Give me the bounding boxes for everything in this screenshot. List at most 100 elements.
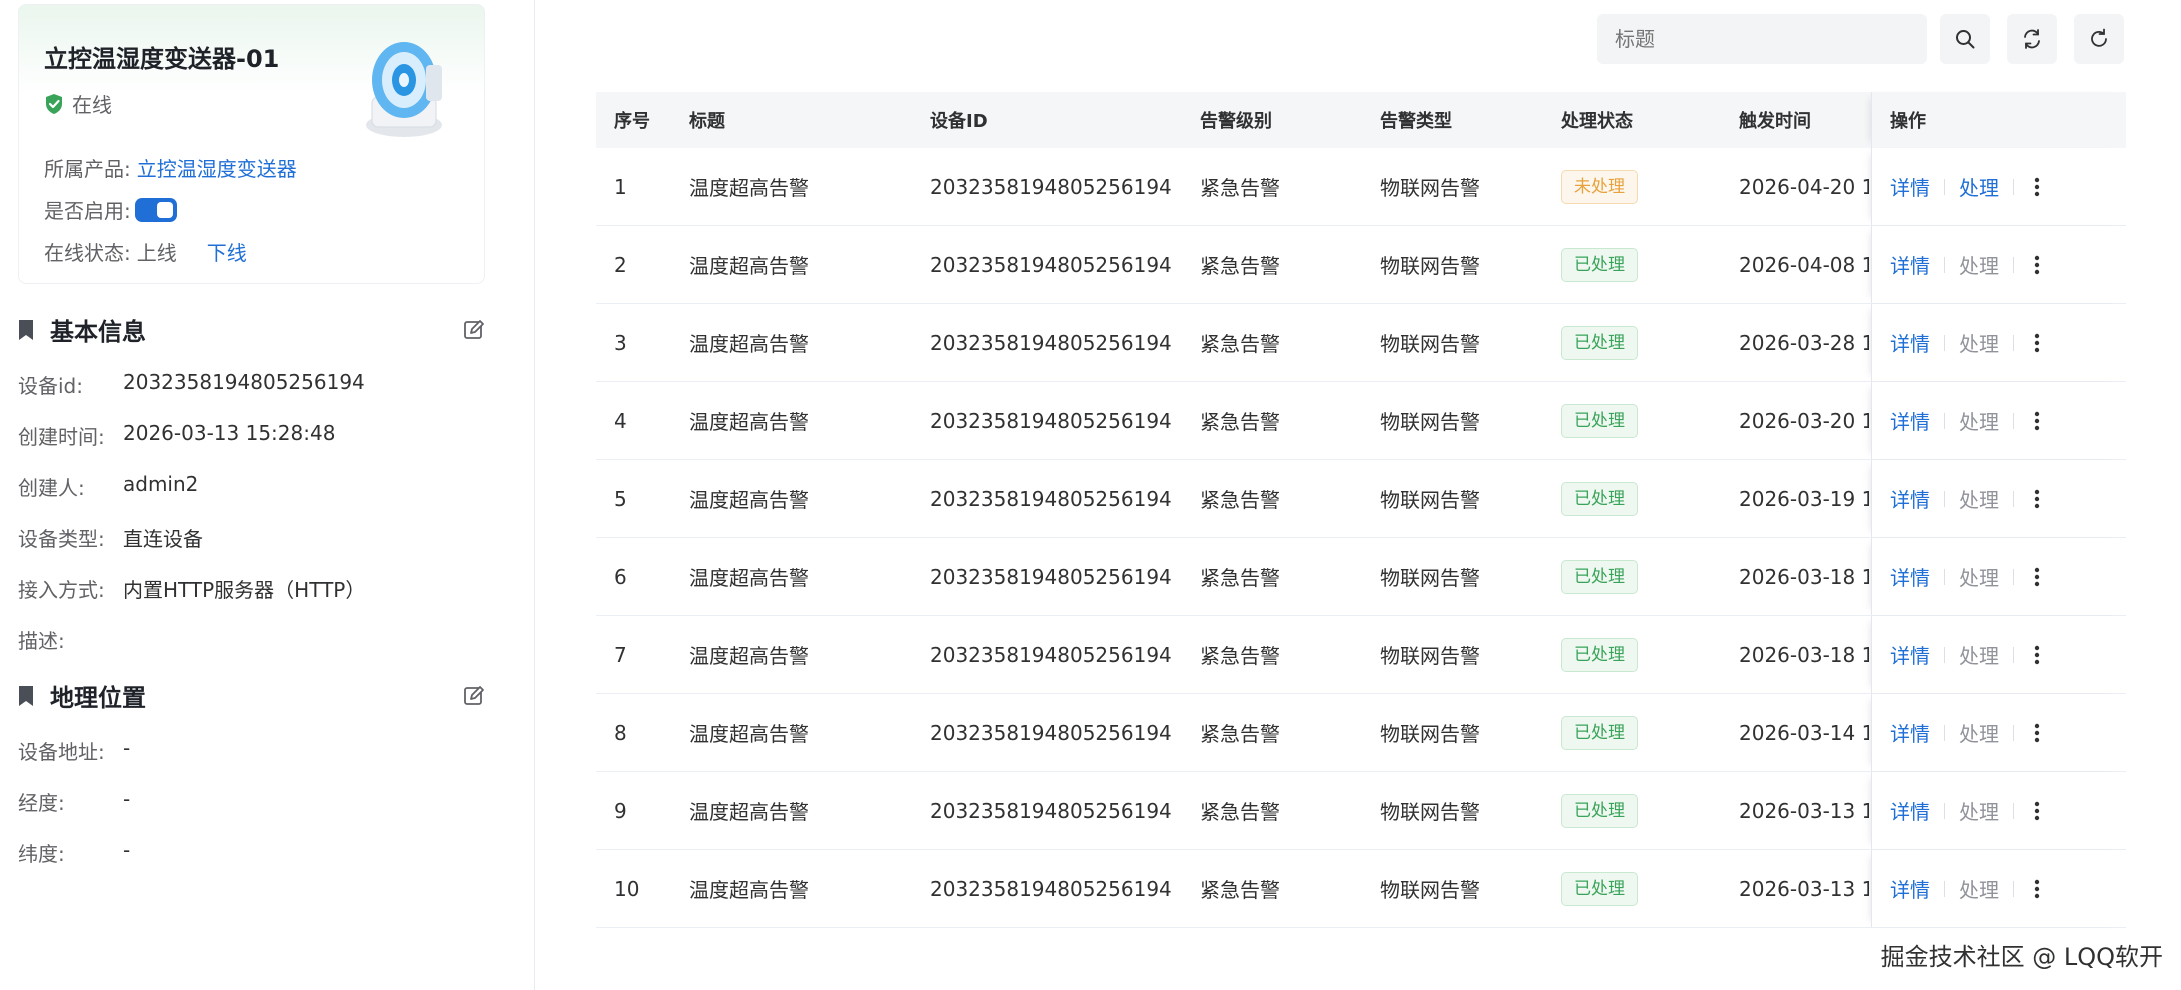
detail-link[interactable]: 详情: [1890, 250, 1930, 279]
cell-time: 2026-03-13 17: [1739, 876, 1869, 901]
cell-level: 紧急告警: [1200, 254, 1280, 278]
cell-title: 温度超高告警: [689, 878, 809, 902]
detail-link[interactable]: 详情: [1890, 562, 1930, 591]
edit-icon[interactable]: [463, 685, 485, 707]
detail-link[interactable]: 详情: [1890, 718, 1930, 747]
edit-icon[interactable]: [463, 319, 485, 341]
cell-idx: 4: [614, 408, 627, 433]
cell-idx: 10: [614, 876, 640, 901]
detail-link[interactable]: 详情: [1890, 796, 1930, 825]
search-button[interactable]: [1940, 14, 1990, 64]
detail-link[interactable]: 详情: [1890, 640, 1930, 669]
cell-level: 紧急告警: [1200, 644, 1280, 668]
col-ops-cell: 操作: [1871, 92, 2126, 148]
cell-ops: 详情 处理: [1871, 148, 2126, 225]
info-creator: 创建人: admin2: [18, 472, 198, 501]
cell-time: 2026-03-18 17: [1739, 642, 1869, 667]
handle-link: 处理: [1959, 800, 1999, 824]
more-vertical-icon[interactable]: [2034, 411, 2040, 431]
divider: [1944, 568, 1945, 585]
handle-link: 处理: [1959, 254, 1999, 278]
cell-state: 已处理: [1561, 715, 1638, 750]
handle-link[interactable]: 处理: [1959, 172, 1999, 201]
divider: [1944, 646, 1945, 663]
cell-idx: 1: [614, 174, 627, 199]
handle-link: 处理: [1959, 410, 1999, 434]
product-label: 所属产品:: [44, 157, 131, 181]
table-row: 5 温度超高告警 2032358194805256194 紧急告警 物联网告警 已处理 20…: [596, 460, 2126, 538]
more-vertical-icon[interactable]: [2034, 333, 2040, 353]
col-state: 处理状态: [1561, 111, 1633, 132]
device-image: [366, 42, 442, 137]
device-side-panel: 立控温湿度变送器-01 在线 所属产品: 立控温湿度变送器 是否启用: 在线状态…: [0, 0, 535, 990]
swap-button[interactable]: [2007, 14, 2057, 64]
detail-link[interactable]: 详情: [1890, 874, 1930, 903]
check-circle-icon: [46, 93, 62, 114]
cell-type: 物联网告警: [1380, 176, 1480, 200]
table-header: 序号 标题 设备ID 告警级别 告警类型 处理状态 触发时间 操作: [596, 92, 2126, 148]
divider: [1944, 412, 1945, 429]
table-row: 6 温度超高告警 2032358194805256194 紧急告警 物联网告警 已处理 20…: [596, 538, 2126, 616]
status-badge: 已处理: [1561, 793, 1638, 828]
refresh-button[interactable]: [2074, 14, 2124, 64]
product-row: 所属产品: 立控温湿度变送器: [44, 153, 297, 182]
cell-level: 紧急告警: [1200, 722, 1280, 746]
detail-link[interactable]: 详情: [1890, 406, 1930, 435]
table-row: 9 温度超高告警 2032358194805256194 紧急告警 物联网告警 已处理 20…: [596, 772, 2126, 850]
search-input[interactable]: [1597, 14, 1927, 64]
cell-device-id: 2032358194805256194: [930, 174, 1172, 199]
divider: [1944, 334, 1945, 351]
cell-level: 紧急告警: [1200, 176, 1280, 200]
col-device-id: 设备ID: [930, 111, 988, 132]
bookmark-icon: [19, 319, 33, 340]
product-link[interactable]: 立控温湿度变送器: [137, 153, 297, 182]
bookmark-icon: [19, 685, 33, 706]
field-value: -: [123, 736, 131, 760]
more-vertical-icon[interactable]: [2034, 489, 2040, 509]
info-create-time: 创建时间: 2026-03-13 15:28:48: [18, 421, 335, 450]
detail-link[interactable]: 详情: [1890, 172, 1930, 201]
divider: [1944, 256, 1945, 273]
cell-idx: 7: [614, 642, 627, 667]
cell-time: 2026-03-28 10: [1739, 330, 1869, 355]
cell-state: 已处理: [1561, 325, 1638, 360]
basic-info-title: 基本信息: [50, 318, 146, 346]
cell-idx: 8: [614, 720, 627, 745]
cell-type: 物联网告警: [1380, 488, 1480, 512]
offline-button[interactable]: 下线: [207, 237, 247, 266]
cell-title: 温度超高告警: [689, 254, 809, 278]
more-vertical-icon[interactable]: [2034, 645, 2040, 665]
more-vertical-icon[interactable]: [2034, 177, 2040, 197]
handle-link: 处理: [1959, 722, 1999, 746]
geo-longitude: 经度: -: [18, 787, 130, 816]
cell-state: 已处理: [1561, 481, 1638, 516]
cell-state: 已处理: [1561, 559, 1638, 594]
enable-toggle[interactable]: [134, 197, 177, 222]
more-vertical-icon[interactable]: [2034, 567, 2040, 587]
more-vertical-icon[interactable]: [2034, 801, 2040, 821]
table-row: 2 温度超高告警 2032358194805256194 紧急告警 物联网告警 已处理 20…: [596, 226, 2126, 304]
detail-link[interactable]: 详情: [1890, 484, 1930, 513]
cell-state: 已处理: [1561, 793, 1638, 828]
device-status-text: 在线: [72, 93, 112, 117]
more-vertical-icon[interactable]: [2034, 723, 2040, 743]
table-row: 8 温度超高告警 2032358194805256194 紧急告警 物联网告警 已处理 20…: [596, 694, 2126, 772]
cell-ops: 详情 处理: [1871, 382, 2126, 459]
online-value: 上线: [136, 241, 177, 265]
cell-type: 物联网告警: [1380, 722, 1480, 746]
status-badge: 已处理: [1561, 559, 1638, 594]
field-label: 创建人:: [18, 476, 85, 500]
cell-type: 物联网告警: [1380, 878, 1480, 902]
cell-title: 温度超高告警: [689, 332, 809, 356]
info-access-mode: 接入方式: 内置HTTP服务器（HTTP）: [18, 574, 365, 603]
more-vertical-icon[interactable]: [2034, 255, 2040, 275]
more-vertical-icon[interactable]: [2034, 879, 2040, 899]
detail-link[interactable]: 详情: [1890, 328, 1930, 357]
enable-row: 是否启用:: [44, 195, 177, 224]
handle-link: 处理: [1959, 644, 1999, 668]
cell-title: 温度超高告警: [689, 410, 809, 434]
geo-address: 设备地址: -: [18, 736, 130, 765]
swap-icon: [2024, 29, 2040, 49]
search-icon: [1956, 30, 1975, 49]
field-label: 接入方式:: [18, 578, 105, 602]
